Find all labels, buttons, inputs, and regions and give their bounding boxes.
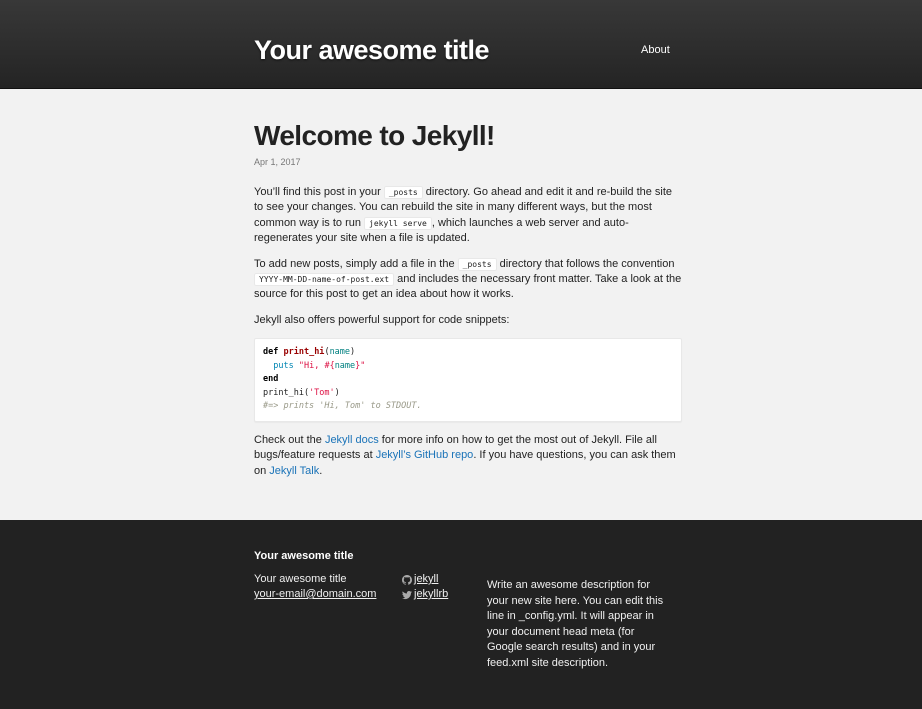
code-line: print_hi('Tom') [263, 387, 673, 401]
code-keyword: end [263, 374, 279, 385]
twitter-link[interactable]: jekyllrb [402, 587, 448, 602]
post-content: You’ll find this post in your _posts dir… [254, 185, 682, 479]
code-call: puts [273, 360, 294, 371]
code-string: 'Tom' [309, 387, 335, 398]
code-comment: #=> prints 'Hi, Tom' to STDOUT. [263, 401, 422, 412]
code-arg: name [334, 360, 356, 371]
jekyll-docs-link[interactable]: Jekyll docs [325, 434, 379, 446]
text: . [319, 464, 323, 477]
jekyll-talk-link[interactable]: Jekyll Talk [269, 465, 319, 477]
paragraph-code-snippets: Jekyll also offers powerful support for … [254, 313, 510, 326]
footer-heading: Your awesome title [254, 550, 354, 562]
inline-code: YYYY-MM-DD-name-of-post.ext [254, 273, 395, 287]
jekyll-github-link[interactable]: Jekyll’s GitHub repo [376, 449, 474, 461]
text: directory that follows the convention [496, 257, 675, 270]
code-text: print_hi( [263, 387, 310, 398]
twitter-icon [402, 590, 412, 599]
paragraph-jekyll-docs: Check out the Jekyll docs for more info … [254, 433, 682, 479]
paragraph-new-posts: To add new posts, simply add a file in t… [254, 257, 682, 303]
github-icon [402, 574, 412, 585]
text: To add new posts, simply add a file in t… [254, 257, 458, 270]
footer-description: Write an awesome description for your ne… [487, 579, 664, 669]
code-line: def print_hi(name) [263, 347, 356, 358]
footer-email-link[interactable]: your-email@domain.com [254, 588, 376, 600]
inline-code: jekyll serve [364, 216, 432, 230]
text: You’ll find this post in your [254, 186, 384, 198]
code-function: print_hi [283, 347, 325, 358]
code-arg: name [329, 347, 351, 358]
site-title-link[interactable]: Your awesome title [254, 32, 490, 68]
inline-code: _posts [383, 186, 423, 199]
code-text: ) [334, 387, 340, 398]
nav-link-about[interactable]: About [641, 43, 670, 57]
code-line: puts "Hi, #{name}" [263, 360, 673, 374]
code-string: }" [355, 360, 366, 371]
github-username: jekyll [414, 573, 439, 585]
post-title: Welcome to Jekyll! [254, 120, 495, 151]
code-line: end [263, 373, 673, 387]
post-date: Apr 1, 2017 [254, 157, 301, 167]
site-header: Your awesome title About [0, 0, 922, 89]
post: Welcome to Jekyll! Apr 1, 2017 You’ll fi… [254, 89, 682, 489]
inline-code: _posts [457, 257, 497, 271]
text: Check out the [254, 433, 325, 446]
code-keyword: def [263, 347, 279, 358]
code-string: "Hi, #{ [298, 360, 335, 371]
site-footer: Your awesome title Your awesome title yo… [0, 520, 922, 709]
code-line: #=> prints 'Hi, Tom' to STDOUT. [263, 400, 673, 414]
twitter-username: jekyllrb [414, 588, 449, 600]
code-block: def print_hi(name) puts "Hi, #{name}" en… [254, 338, 682, 422]
footer-social: jekyll jekyllrb [402, 572, 448, 602]
paragraph-posts-directory: You’ll find this post in your _posts dir… [254, 185, 682, 247]
footer-name: Your awesome title [254, 573, 347, 585]
footer-contact: Your awesome title your-email@domain.com [254, 572, 376, 602]
github-link[interactable]: jekyll [402, 572, 448, 587]
